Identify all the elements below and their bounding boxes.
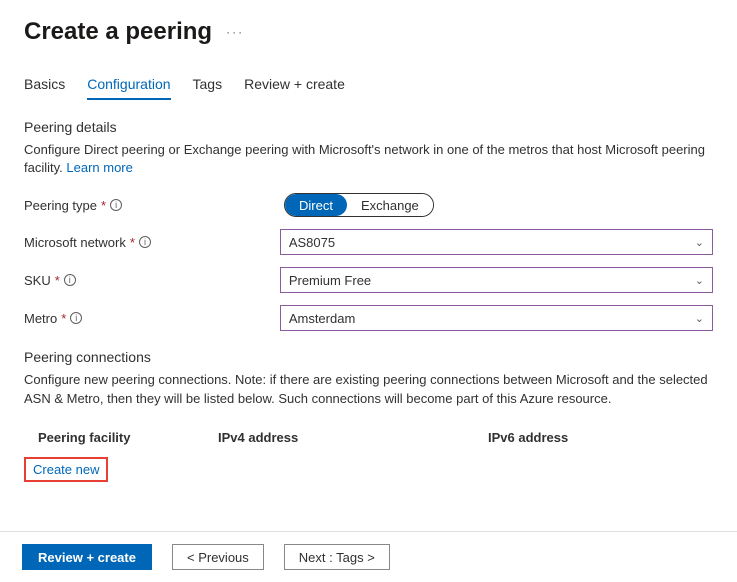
info-icon[interactable]: i (70, 312, 82, 324)
sku-select[interactable]: Premium Free ⌄ (280, 267, 713, 293)
next-button[interactable]: Next : Tags > (284, 544, 390, 570)
create-new-link[interactable]: Create new (33, 462, 99, 477)
required-asterisk: * (55, 273, 60, 288)
sku-value: Premium Free (289, 273, 371, 288)
peering-type-direct[interactable]: Direct (285, 194, 347, 216)
tab-tags[interactable]: Tags (193, 70, 223, 100)
tab-review-create[interactable]: Review + create (244, 70, 345, 100)
info-icon[interactable]: i (139, 236, 151, 248)
chevron-down-icon: ⌄ (695, 312, 704, 325)
ms-network-label-text: Microsoft network (24, 235, 126, 250)
peering-connections-description: Configure new peering connections. Note:… (24, 371, 713, 407)
required-asterisk: * (101, 198, 106, 213)
tab-bar: Basics Configuration Tags Review + creat… (24, 70, 713, 101)
chevron-down-icon: ⌄ (695, 236, 704, 249)
connections-table-header: Peering facility IPv4 address IPv6 addre… (24, 424, 713, 451)
metro-select[interactable]: Amsterdam ⌄ (280, 305, 713, 331)
ms-network-select[interactable]: AS8075 ⌄ (280, 229, 713, 255)
chevron-down-icon: ⌄ (695, 274, 704, 287)
column-ipv6-address: IPv6 address (488, 430, 688, 445)
previous-button[interactable]: < Previous (172, 544, 264, 570)
metro-value: Amsterdam (289, 311, 355, 326)
review-create-button[interactable]: Review + create (22, 544, 152, 570)
peering-type-label: Peering type * i (24, 198, 284, 213)
peering-details-heading: Peering details (24, 119, 713, 135)
learn-more-link[interactable]: Learn more (66, 160, 132, 175)
tab-basics[interactable]: Basics (24, 70, 65, 100)
peering-details-description: Configure Direct peering or Exchange pee… (24, 141, 713, 177)
more-icon[interactable]: ··· (226, 25, 244, 39)
info-icon[interactable]: i (110, 199, 122, 211)
page-title: Create a peering (24, 18, 212, 46)
ms-network-value: AS8075 (289, 235, 335, 250)
required-asterisk: * (61, 311, 66, 326)
peering-type-label-text: Peering type (24, 198, 97, 213)
sku-label-text: SKU (24, 273, 51, 288)
peering-type-exchange[interactable]: Exchange (347, 194, 433, 216)
metro-label-text: Metro (24, 311, 57, 326)
column-ipv4-address: IPv4 address (218, 430, 488, 445)
sku-label: SKU * i (24, 273, 280, 288)
wizard-footer: Review + create < Previous Next : Tags > (0, 531, 737, 582)
info-icon[interactable]: i (64, 274, 76, 286)
column-peering-facility: Peering facility (38, 430, 218, 445)
tab-configuration[interactable]: Configuration (87, 70, 170, 100)
required-asterisk: * (130, 235, 135, 250)
peering-type-toggle[interactable]: Direct Exchange (284, 193, 434, 217)
create-new-highlight: Create new (24, 457, 108, 482)
peering-connections-heading: Peering connections (24, 349, 713, 365)
metro-label: Metro * i (24, 311, 280, 326)
ms-network-label: Microsoft network * i (24, 235, 280, 250)
